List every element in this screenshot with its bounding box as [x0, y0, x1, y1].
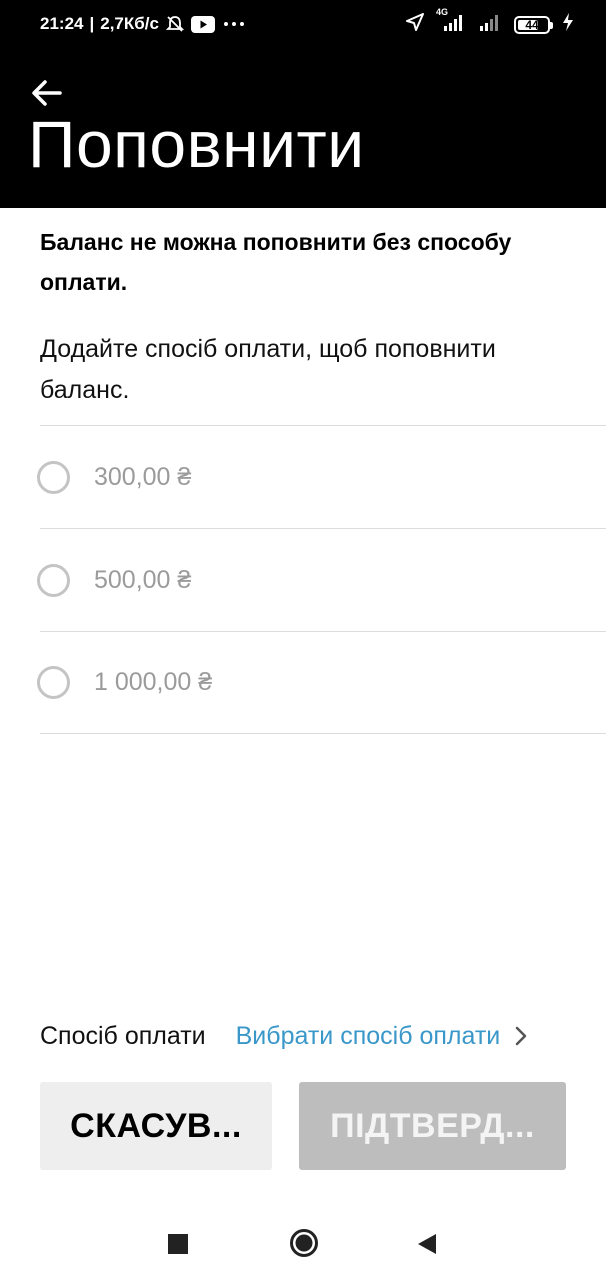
radio-button-icon[interactable] — [37, 666, 70, 699]
amount-label: 1 000,00 ₴ — [94, 668, 213, 696]
back-triangle-icon[interactable] — [416, 1233, 438, 1260]
more-icon — [221, 14, 247, 34]
battery-level: 44 — [525, 17, 539, 32]
chevron-right-icon[interactable] — [514, 1025, 528, 1047]
radio-button-icon[interactable] — [37, 460, 70, 494]
hint-message: Додайте спосіб оплати, щоб поповнити бал… — [40, 335, 496, 404]
signal-icon-secondary — [478, 13, 502, 36]
app-header: 21:24 | 2,7Кб/с 4G 44 Поповнити — [0, 0, 606, 208]
page-title: Поповнити — [28, 107, 365, 181]
amount-option-300[interactable]: 300,00 ₴ — [37, 425, 606, 528]
status-bar-right: 4G 44 — [406, 7, 574, 36]
mute-icon — [165, 14, 185, 34]
charging-icon — [562, 13, 574, 36]
payment-method-label: Спосіб оплати — [40, 1021, 206, 1050]
amount-options: 300,00 ₴ 500,00 ₴ 1 000,00 ₴ — [37, 425, 606, 734]
amount-option-500[interactable]: 500,00 ₴ — [37, 528, 606, 631]
signal-icon: 4G — [436, 7, 466, 36]
network-type-label: 4G — [436, 7, 449, 17]
status-speed: 2,7Кб/с — [100, 14, 159, 33]
amount-label: 300,00 ₴ — [94, 462, 192, 491]
youtube-icon — [190, 15, 215, 33]
confirm-button[interactable]: ПІДТВЕРД... — [299, 1082, 566, 1170]
payment-method-row: Спосіб оплати Вибрати спосіб оплати — [40, 1016, 570, 1056]
status-bar-left: 21:24 | 2,7Кб/с — [40, 14, 247, 34]
system-navigation-bar — [0, 1200, 606, 1280]
cancel-button[interactable]: СКАСУВ... — [40, 1082, 272, 1170]
status-bar: 21:24 | 2,7Кб/с 4G 44 — [0, 0, 606, 50]
status-time: 21:24 — [40, 14, 84, 33]
choose-payment-method-link[interactable]: Вибрати спосіб оплати — [236, 1022, 501, 1051]
amount-label: 500,00 ₴ — [94, 565, 192, 594]
amount-option-1000[interactable]: 1 000,00 ₴ — [37, 631, 606, 734]
recents-square-icon[interactable] — [168, 1234, 188, 1259]
status-separator: | — [89, 14, 95, 33]
home-circle-icon[interactable] — [289, 1228, 319, 1263]
radio-button-icon[interactable] — [37, 563, 70, 597]
location-icon — [406, 13, 424, 36]
battery-icon: 44 — [514, 15, 553, 34]
arrow-left-icon[interactable] — [30, 78, 64, 108]
warning-message: Баланс не можна поповнити без способу оп… — [40, 229, 512, 295]
